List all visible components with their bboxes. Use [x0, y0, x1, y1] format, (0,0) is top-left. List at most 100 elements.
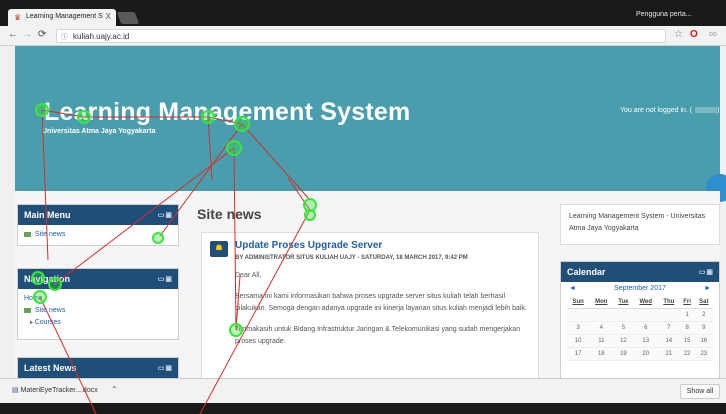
main-menu-item-site-news[interactable]: Site news: [24, 231, 172, 238]
nav-courses[interactable]: ▸ Courses: [24, 317, 172, 329]
calendar-day-header: Sat: [694, 296, 713, 309]
calendar-day[interactable]: 12: [613, 334, 634, 348]
calendar-day: [658, 308, 680, 322]
post-paragraph: Bersama ini kami informasikan bahwa pros…: [235, 293, 527, 312]
forum-post: ☗ Update Proses Upgrade Server BY ADMINI…: [201, 232, 539, 378]
login-text: You are not logged in. (: [620, 107, 693, 114]
profile-label[interactable]: Pengguna perta...: [636, 11, 692, 18]
new-tab-button[interactable]: [116, 12, 140, 24]
document-icon: ▤: [12, 387, 21, 394]
browser-tab[interactable]: ♛ Learning Management S X: [8, 9, 116, 26]
calendar-week: 17 18 19 20 21 22 23: [567, 347, 713, 361]
nav-site-news[interactable]: Site news: [24, 305, 172, 317]
tab-close-icon[interactable]: X: [106, 12, 111, 21]
download-filename: MateriEyeTracker....docx: [20, 387, 98, 394]
calendar-day-header: Wed: [633, 296, 659, 309]
calendar-day[interactable]: 5: [613, 321, 634, 335]
navigation-title: Navigation: [24, 274, 71, 284]
site-summary-box: Learning Management System - Universitas…: [560, 204, 720, 245]
calendar-day: [613, 308, 634, 322]
browser-titlebar: ♛ Learning Management S X Pengguna perta…: [0, 0, 726, 26]
calendar-day[interactable]: 7: [658, 321, 680, 335]
address-bar[interactable]: ⓘ kuliah.uajy.ac.id: [56, 29, 666, 43]
main-menu-header: Main Menu ▭▣: [18, 205, 178, 225]
extension-icon[interactable]: oo: [709, 31, 717, 38]
section-title: Site news: [197, 206, 262, 222]
calendar-day-header: Fri: [679, 296, 695, 309]
main-column: Site news ☗ Update Proses Upgrade Server…: [197, 204, 542, 378]
calendar-day[interactable]: 17: [567, 347, 590, 361]
calendar-title: Calendar: [567, 267, 606, 277]
main-menu-block: Main Menu ▭▣ Site news: [17, 204, 179, 246]
bookmark-star-icon[interactable]: ☆: [674, 29, 683, 40]
block-controls-icon[interactable]: ▭▣: [158, 364, 173, 372]
latest-news-title: Latest News: [24, 363, 77, 373]
block-controls-icon[interactable]: ▭▣: [699, 268, 714, 276]
calendar-nav: ◄ September 2017 ►: [561, 282, 719, 296]
site-subtitle: Universitas Atma Jaya Yogyakarta: [42, 128, 156, 135]
calendar-day: [633, 308, 659, 322]
calendar-day[interactable]: 3: [567, 321, 590, 335]
nav-site-news-label: Site news: [35, 307, 66, 314]
reload-icon[interactable]: ⟳: [38, 29, 46, 40]
calendar-day-header: Mon: [589, 296, 614, 309]
calendar-grid: Sun Mon Tue Wed Thu Fri Sat 1 2 3 4 5 6 7 8 9 10 11 12 13 1…: [567, 296, 713, 361]
post-title[interactable]: Update Proses Upgrade Server: [235, 240, 382, 251]
navigation-header: Navigation ▭▣: [18, 269, 178, 289]
download-item[interactable]: ▤ MateriEyeTracker....docx: [12, 386, 98, 394]
block-controls-icon[interactable]: ▭▣: [158, 275, 173, 283]
calendar-day-header: Sun: [567, 296, 590, 309]
calendar-day[interactable]: 14: [658, 334, 680, 348]
post-meta: BY ADMINISTRATOR SITUS KULIAH UAJY - SAT…: [235, 255, 468, 261]
calendar-day-header: Tue: [613, 296, 634, 309]
info-icon[interactable]: ⓘ: [61, 32, 68, 42]
calendar-week: 10 11 12 13 14 15 16: [567, 334, 713, 348]
taskbar-strip: [0, 403, 726, 414]
calendar-next-icon[interactable]: ►: [704, 285, 711, 292]
news-icon: [24, 307, 31, 313]
show-all-button[interactable]: Show all: [680, 384, 720, 399]
calendar-day[interactable]: 9: [694, 321, 713, 335]
opera-icon[interactable]: O: [690, 29, 698, 40]
calendar-day[interactable]: 13: [633, 334, 659, 348]
calendar-day[interactable]: 21: [658, 347, 680, 361]
calendar-day[interactable]: 16: [694, 334, 713, 348]
block-controls-icon[interactable]: ▭▣: [158, 211, 173, 219]
calendar-day[interactable]: 2: [694, 308, 713, 322]
calendar-day: [567, 308, 590, 322]
login-info: You are not logged in. (): [620, 107, 720, 114]
calendar-day[interactable]: 23: [694, 347, 713, 361]
news-icon: [24, 231, 31, 237]
post-greeting: Dear All,: [235, 272, 262, 279]
main-menu-title: Main Menu: [24, 210, 71, 220]
calendar-day[interactable]: 4: [589, 321, 614, 335]
chevron-up-icon[interactable]: ⌃: [111, 385, 118, 394]
calendar-day[interactable]: 18: [589, 347, 614, 361]
latest-news-block: Latest News ▭▣: [17, 357, 179, 378]
calendar-block: Calendar ▭▣ ◄ September 2017 ► Sun Mon Tue…: [560, 261, 720, 378]
calendar-day[interactable]: 20: [633, 347, 659, 361]
calendar-day[interactable]: 11: [589, 334, 614, 348]
calendar-day-header: Thu: [658, 296, 680, 309]
url-text: kuliah.uajy.ac.id: [73, 32, 130, 41]
web-page: Learning Management System Universitas A…: [0, 46, 726, 378]
calendar-day[interactable]: 22: [679, 347, 695, 361]
nav-home[interactable]: Home: [24, 293, 172, 305]
calendar-day[interactable]: 19: [613, 347, 634, 361]
calendar-day[interactable]: 15: [679, 334, 695, 348]
back-icon[interactable]: ←: [8, 29, 18, 40]
calendar-day[interactable]: 10: [567, 334, 590, 348]
calendar-prev-icon[interactable]: ◄: [569, 285, 576, 292]
calendar-day[interactable]: 6: [633, 321, 659, 335]
login-link[interactable]: [695, 107, 718, 114]
post-paragraph: Terimakasih untuk Bidang Infrastruktur J…: [235, 326, 521, 345]
content-area: Main Menu ▭▣ Site news Navigation ▭▣ Hom…: [15, 191, 720, 378]
tab-title: Learning Management S: [26, 13, 103, 20]
forward-icon[interactable]: →: [22, 29, 32, 40]
calendar-week: 3456789: [567, 321, 713, 335]
calendar-day[interactable]: 8: [679, 321, 695, 335]
site-title[interactable]: Learning Management System: [44, 98, 410, 127]
calendar-day[interactable]: 1: [679, 308, 695, 322]
calendar-month[interactable]: September 2017: [614, 285, 666, 292]
calendar-day: [589, 308, 614, 322]
